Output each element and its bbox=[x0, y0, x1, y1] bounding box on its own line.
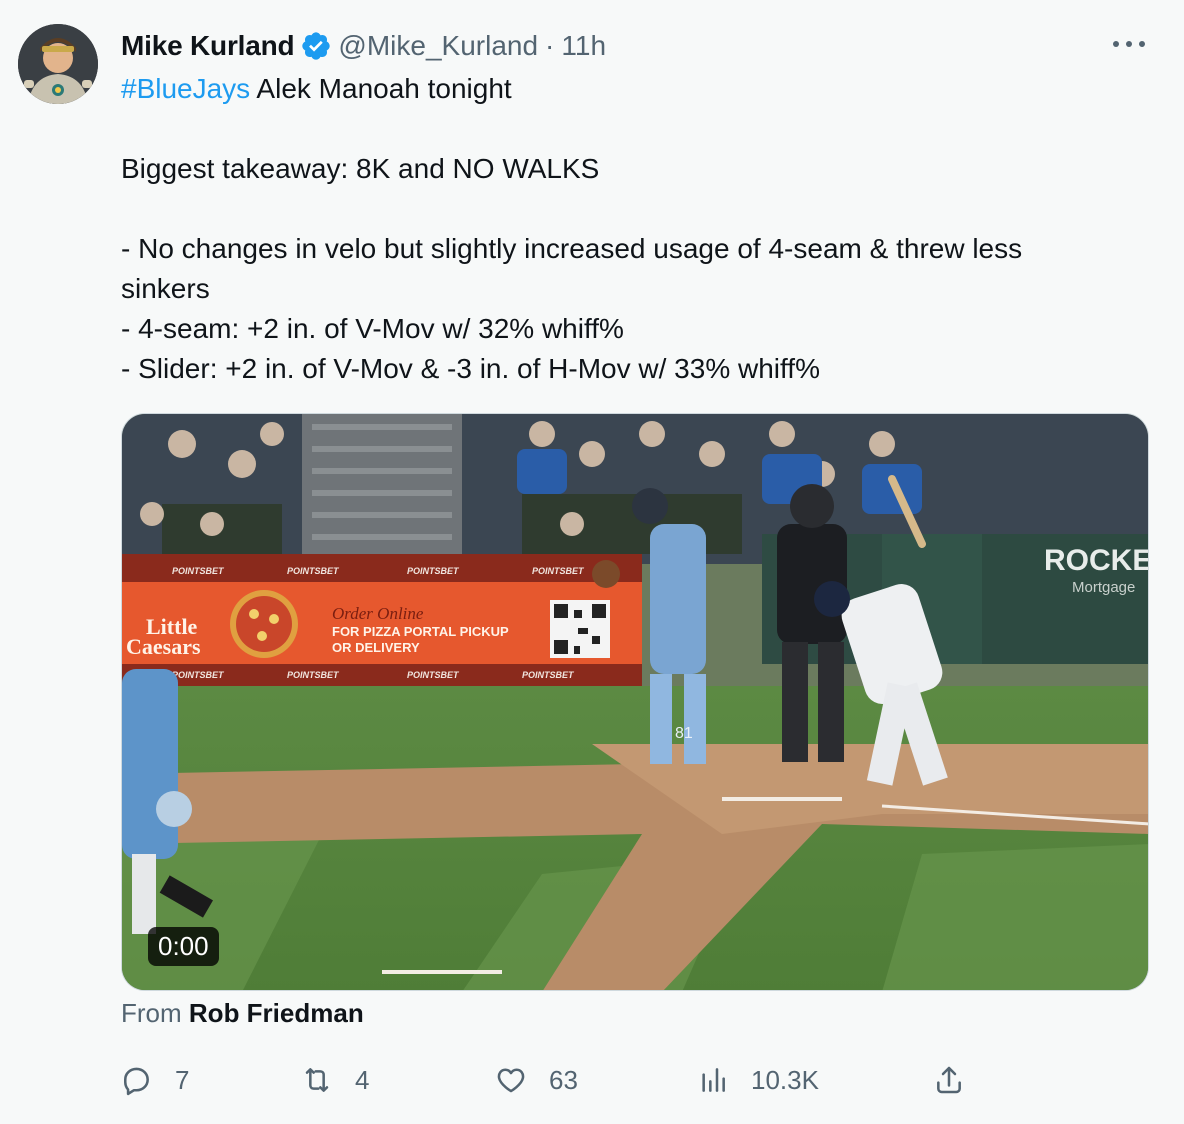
hashtag-link[interactable]: #BlueJays bbox=[121, 73, 250, 104]
more-icon[interactable] bbox=[1109, 28, 1149, 60]
sponsor-sign-7: POINTSBET bbox=[407, 670, 460, 680]
reply-icon bbox=[124, 1067, 149, 1096]
attribution-source[interactable]: Rob Friedman bbox=[189, 998, 364, 1028]
heart-icon bbox=[497, 1068, 525, 1093]
video-frame: ROCKE Mortgage POINTSBET POINTSBET POINT… bbox=[122, 414, 1149, 990]
sponsor-sign-8: POINTSBET bbox=[522, 670, 575, 680]
separator-dot: · bbox=[545, 30, 555, 61]
tweet-line-2: Biggest takeaway: 8K and NO WALKS bbox=[121, 153, 600, 184]
retweet-icon bbox=[305, 1068, 329, 1092]
action-bar: 7 4 63 10.3K bbox=[121, 1058, 981, 1102]
verified-badge-icon bbox=[302, 32, 331, 60]
sponsor-sign-4: POINTSBET bbox=[532, 566, 585, 576]
tweet-line-5: - Slider: +2 in. of V-Mov & -3 in. of H-… bbox=[121, 353, 820, 384]
tweet-line-1-text: Alek Manoah tonight bbox=[250, 73, 512, 104]
tweet-line-3b: sinkers bbox=[121, 273, 210, 304]
retweet-count: 4 bbox=[355, 1064, 370, 1095]
view-count: 10.3K bbox=[751, 1064, 819, 1095]
tweet: Mike Kurland @Mike_Kurland · 11h #BlueJa… bbox=[0, 0, 1184, 1124]
brand-line-2: Caesars bbox=[126, 634, 201, 659]
media-attribution: From Rob Friedman bbox=[121, 998, 364, 1029]
order-online-text: Order Online bbox=[332, 604, 424, 623]
retweet-button[interactable]: 4 bbox=[301, 1058, 369, 1102]
video-player[interactable]: ROCKE Mortgage POINTSBET POINTSBET POINT… bbox=[121, 413, 1149, 991]
like-count: 63 bbox=[549, 1064, 578, 1095]
tweet-text: #BlueJays Alek Manoah tonight Biggest ta… bbox=[121, 69, 1141, 389]
tweet-line-1: #BlueJays Alek Manoah tonight bbox=[121, 69, 1141, 109]
share-icon bbox=[937, 1066, 961, 1094]
tweet-line-3a: - No changes in velo but slightly increa… bbox=[121, 233, 1023, 264]
share-button[interactable] bbox=[933, 1058, 987, 1102]
author-name[interactable]: Mike Kurland bbox=[121, 30, 295, 62]
timestamp[interactable]: 11h bbox=[561, 30, 606, 62]
avatar[interactable] bbox=[18, 24, 98, 104]
views-icon bbox=[702, 1068, 725, 1092]
tweet-line-4: - 4-seam: +2 in. of V-Mov w/ 32% whiff% bbox=[121, 313, 624, 344]
pickup-line-1: FOR PIZZA PORTAL PICKUP bbox=[332, 624, 509, 639]
author-handle[interactable]: @Mike_Kurland bbox=[338, 30, 538, 62]
avatar-image bbox=[18, 24, 98, 104]
sponsor-sign-3: POINTSBET bbox=[407, 566, 460, 576]
sponsor-sign-6: POINTSBET bbox=[287, 670, 340, 680]
like-button[interactable]: 63 bbox=[495, 1058, 578, 1102]
views-button[interactable]: 10.3K bbox=[697, 1058, 819, 1102]
tweet-header: Mike Kurland @Mike_Kurland · 11h bbox=[121, 26, 606, 66]
rocket-sign-sub: Mortgage bbox=[1072, 579, 1135, 596]
sponsor-sign-5: POINTSBET bbox=[172, 670, 225, 680]
reply-count: 7 bbox=[175, 1064, 190, 1095]
attribution-prefix: From bbox=[121, 998, 182, 1028]
rocket-sign: ROCKE bbox=[1044, 544, 1149, 577]
catcher-number: 81 bbox=[675, 725, 693, 742]
reply-button[interactable]: 7 bbox=[121, 1058, 189, 1102]
sponsor-sign-1: POINTSBET bbox=[172, 566, 225, 576]
sponsor-sign-2: POINTSBET bbox=[287, 566, 340, 576]
pickup-line-2: OR DELIVERY bbox=[332, 640, 420, 655]
video-duration: 0:00 bbox=[148, 927, 219, 966]
